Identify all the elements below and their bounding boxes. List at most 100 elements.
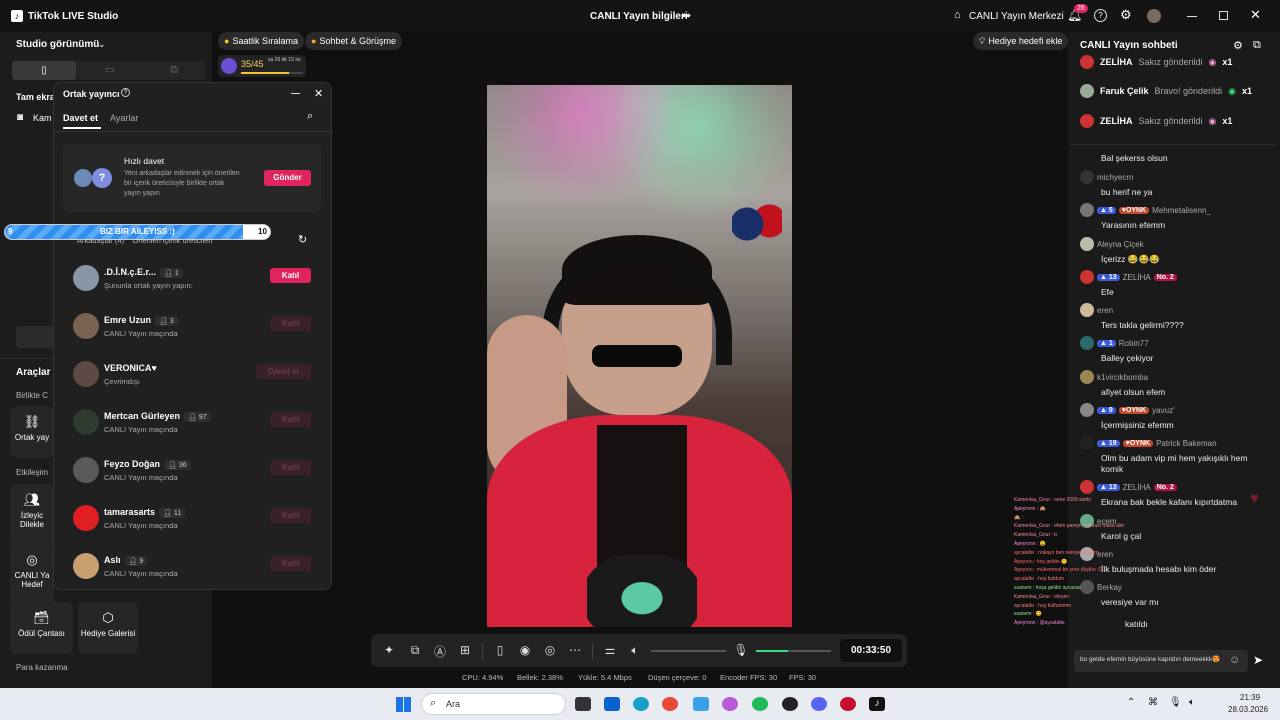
mic-tray-icon[interactable]: 🎙︎ xyxy=(1169,697,1182,708)
candy-icon: ◉ xyxy=(1208,56,1217,67)
send-icon[interactable]: ➤ xyxy=(1253,653,1263,667)
help-icon[interactable]: ? xyxy=(1094,9,1107,22)
maximize-icon[interactable] xyxy=(1219,11,1228,20)
gear-icon[interactable]: ⚙ xyxy=(1120,7,1132,23)
goal-timer: sa 26 dk 15 sn xyxy=(268,57,301,63)
cohost-row[interactable]: VERONICA♥ Çevrimdışı Davet et xyxy=(73,355,313,395)
cohost-row[interactable]: Aslı 👤︎ 9 CANLI Yayın maçında Katıl xyxy=(73,547,313,587)
outlook-icon[interactable] xyxy=(604,697,620,711)
record-icon[interactable]: ◉ xyxy=(517,643,533,657)
fan-badge: ♥OYNK xyxy=(1122,439,1154,447)
chat-input[interactable]: bu gelde efemin büyüsüne kapıldın demeek… xyxy=(1074,650,1248,672)
live-goal-tool[interactable]: ◎ CANLI Ya Hedef xyxy=(10,544,54,606)
live-info-title[interactable]: CANLI Yayın bilgileri xyxy=(590,11,688,22)
chevron-down-icon[interactable]: ⌄ xyxy=(98,39,106,50)
question-icon: ? xyxy=(92,168,112,188)
avatar[interactable] xyxy=(1147,9,1161,23)
join-button[interactable]: Katıl xyxy=(270,316,311,331)
earn-label: Para kazanma xyxy=(16,663,68,672)
overlay-line: Kamenlsa_Gnur : b xyxy=(1014,532,1058,539)
goal-widget[interactable]: 35/45 sa 26 dk 15 sn xyxy=(218,55,306,77)
emoji-icon[interactable]: ☺ xyxy=(1229,654,1240,666)
add-scene-icon[interactable]: ⊞ xyxy=(457,643,473,657)
fps-stat: FPS: 30 xyxy=(789,673,817,682)
cohost-row[interactable]: Emre Uzun 👤︎ 3 CANLI Yayın maçında Katıl xyxy=(73,307,313,347)
level-badge: ▲ 1 xyxy=(1097,339,1116,347)
goal-progress-text: 35/45 xyxy=(241,59,264,69)
cohost-tool[interactable]: ⛓ Ortak yay xyxy=(10,406,54,458)
copilot-icon[interactable] xyxy=(722,697,738,711)
tiktok-studio-icon[interactable]: ♪ xyxy=(869,697,885,711)
modal-title: Ortak yayıncı xyxy=(63,89,120,99)
live-center-link[interactable]: CANLI Yayın Merkezi xyxy=(969,11,1064,22)
search-icon: ⌕ xyxy=(430,697,437,709)
join-button[interactable]: Katıl xyxy=(270,460,311,475)
gift-goal-pill[interactable]: 💡︎ Hediye hedefi ekle xyxy=(973,32,1069,50)
taskbar-search[interactable]: ⌕ Ara xyxy=(421,693,566,715)
task-view-icon[interactable] xyxy=(575,697,591,711)
viewer-requests-tool[interactable]: 👥︎ İzleyic Dilekle xyxy=(10,484,54,546)
add-source-button[interactable] xyxy=(16,326,56,348)
tab-invite[interactable]: Davet et xyxy=(63,113,98,123)
portrait-button[interactable]: ▯ xyxy=(12,61,76,80)
close-modal-icon[interactable]: ✕ xyxy=(314,87,323,100)
mixer-icon[interactable]: ⚌ xyxy=(602,643,618,657)
hourly-ranking-pill[interactable]: ● Saatlik Sıralama xyxy=(218,32,304,50)
split-view-button[interactable]: ⧉ xyxy=(142,61,206,80)
tab-settings[interactable]: Ayarlar xyxy=(110,113,138,123)
app-icon[interactable] xyxy=(693,697,709,711)
send-button[interactable]: Gönder xyxy=(264,170,311,186)
spotify-icon[interactable] xyxy=(752,697,768,711)
join-button[interactable]: Katıl xyxy=(270,556,311,571)
mic-slider[interactable] xyxy=(756,650,831,652)
refresh-icon[interactable]: ↻ xyxy=(298,233,307,246)
info-icon[interactable]: ? xyxy=(121,88,130,97)
join-button[interactable]: Katıl xyxy=(270,508,311,523)
volume-tray-icon[interactable]: 🔈︎ xyxy=(1189,697,1195,708)
volume-slider[interactable] xyxy=(651,650,726,652)
camera-label[interactable]: Kam xyxy=(33,113,52,123)
chevron-up-icon[interactable]: ⌃ xyxy=(1127,697,1135,708)
chrome-icon[interactable] xyxy=(662,697,678,711)
minimize-icon[interactable] xyxy=(1187,16,1197,17)
close-icon[interactable]: ✕ xyxy=(1250,7,1261,23)
network-icon[interactable]: ⌘ xyxy=(1148,697,1158,708)
cohost-row[interactable]: .D.İ.N.ç.E.r... 👤︎ 1 Şununla ortak yayın … xyxy=(73,259,313,299)
more-icon[interactable]: ⋯ xyxy=(567,643,583,657)
windows-start-icon[interactable] xyxy=(396,697,411,712)
landscape-button[interactable]: ▭ xyxy=(78,61,142,80)
ai-icon[interactable]: Ⓐ xyxy=(432,643,448,660)
chat-message: michyecrn bu herif ne ya xyxy=(1080,170,1270,198)
cohost-row[interactable]: tamarasarts 👤︎ 11 CANLI Yayın maçında Kat… xyxy=(73,499,313,539)
chat-call-pill[interactable]: ● Sohbet & Görüşme xyxy=(305,32,402,50)
clock-time[interactable]: 21:39 xyxy=(1240,693,1260,702)
interaction-label: Etkileşim xyxy=(16,468,49,477)
minimize-modal-icon[interactable] xyxy=(291,93,300,94)
reward-bag-tool[interactable]: 🗃︎ Ödül Çantası xyxy=(10,602,73,654)
gift-gallery-tool[interactable]: ⬡ Hediye Galerisi xyxy=(78,602,138,654)
cohost-row[interactable]: Mertcan Gürleyen 👤︎ 97 CANLI Yayın maçınd… xyxy=(73,403,313,443)
microphone-icon[interactable]: 🎙︎ xyxy=(733,643,749,657)
steam-icon[interactable] xyxy=(782,697,798,711)
chat-message: ▲ 19 ♥OYNK Patrick Bakeman Olm bu adam vip… xyxy=(1080,436,1270,475)
phone-icon[interactable]: ▯ xyxy=(492,643,508,657)
share-icon[interactable]: ➦ xyxy=(682,9,691,22)
search-icon[interactable]: ⌕ xyxy=(307,110,313,123)
overlay-line: ssanem : hoşa geldin aycasss xyxy=(1014,584,1081,591)
join-button[interactable]: Katıl xyxy=(270,268,311,283)
home-icon[interactable]: ⌂ xyxy=(954,9,961,21)
join-button[interactable]: Katıl xyxy=(270,412,311,427)
speaker-icon[interactable]: 🔈︎ xyxy=(627,643,643,658)
overlay-chat: Kamenlsa_Gnur : sene 2009 sanki Apeyronn… xyxy=(1014,496,1124,628)
edge-icon[interactable] xyxy=(633,697,649,711)
sunglasses xyxy=(592,345,682,367)
camera-switch-icon[interactable]: ◎ xyxy=(542,643,558,657)
magic-wand-icon[interactable]: ✦ xyxy=(381,643,397,657)
clock-date[interactable]: 28.03.2026 xyxy=(1228,705,1268,714)
effects-icon[interactable]: ⧉ xyxy=(407,643,423,658)
discord-icon[interactable] xyxy=(811,697,827,711)
cohost-row[interactable]: Feyzo Doğan 👤︎ 36 CANLI Yayın maçında Kat… xyxy=(73,451,313,491)
media-icon[interactable] xyxy=(840,697,856,711)
invite-button[interactable]: Davet et xyxy=(256,364,311,379)
studio-view-dropdown[interactable]: Studio görünümü xyxy=(16,39,99,50)
